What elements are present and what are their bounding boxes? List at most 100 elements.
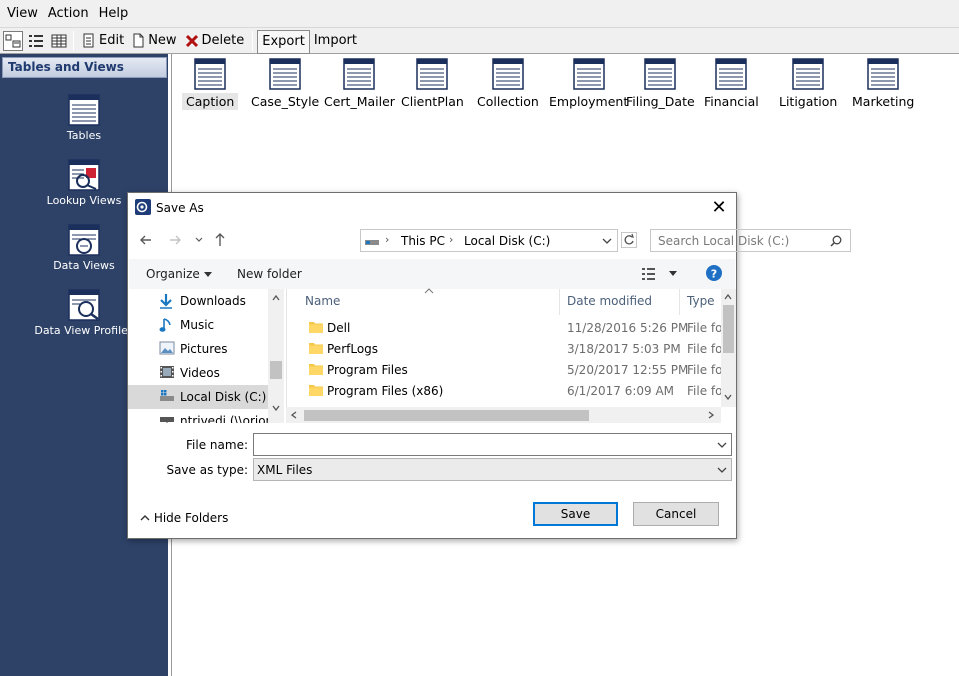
dialog-command-bar: Organize New folder ? bbox=[129, 259, 735, 289]
nav-item-pictures[interactable]: Pictures bbox=[128, 337, 268, 361]
table-item-cert-mailer[interactable]: Cert_Mailer bbox=[324, 58, 395, 109]
toolbar: Edit New Delete Export Import bbox=[0, 27, 959, 54]
view-options-icon[interactable] bbox=[642, 268, 658, 280]
table-item-caption[interactable]: Caption bbox=[182, 58, 239, 110]
organize-button[interactable]: Organize bbox=[146, 267, 212, 281]
folder-icon bbox=[309, 343, 323, 354]
table-item-filing-date[interactable]: Filing_Date bbox=[626, 58, 695, 109]
file-name: Program Files (x86) bbox=[327, 384, 444, 398]
table-label: ClientPlan bbox=[401, 94, 464, 109]
hide-folders-toggle[interactable]: Hide Folders bbox=[140, 511, 228, 525]
save-button[interactable]: Save bbox=[533, 502, 618, 526]
file-name: Dell bbox=[327, 321, 351, 335]
export-button[interactable]: Export bbox=[257, 29, 310, 54]
file-list-horizontal-scrollbar[interactable] bbox=[286, 407, 721, 423]
menu-view[interactable]: View bbox=[2, 0, 43, 27]
nav-item-videos[interactable]: Videos bbox=[128, 361, 268, 385]
this-pc-icon bbox=[365, 240, 379, 245]
back-icon[interactable] bbox=[139, 233, 153, 247]
scroll-thumb[interactable] bbox=[304, 410, 589, 421]
table-item-employment[interactable]: Employment bbox=[549, 58, 628, 109]
table-item-case-style[interactable]: Case_Style bbox=[251, 58, 319, 109]
large-icons-view-icon[interactable] bbox=[3, 30, 23, 51]
menu-action[interactable]: Action bbox=[43, 0, 94, 27]
chevron-up-icon bbox=[140, 515, 150, 521]
search-placeholder: Search Local Disk (C:) bbox=[658, 234, 790, 248]
table-label: Case_Style bbox=[251, 94, 320, 109]
forward-icon[interactable] bbox=[168, 233, 182, 247]
table-item-marketing[interactable]: Marketing bbox=[852, 58, 914, 109]
sidebar-header: Tables and Views bbox=[2, 57, 167, 78]
details-view-icon[interactable] bbox=[49, 31, 69, 51]
list-view-icon[interactable] bbox=[26, 31, 46, 51]
nav-item-network-drive[interactable]: ntrivedi (\\orion bbox=[128, 409, 273, 423]
file-type: File folder bbox=[687, 384, 723, 398]
new-folder-button[interactable]: New folder bbox=[237, 267, 302, 281]
edit-button[interactable]: Edit bbox=[78, 30, 128, 52]
delete-icon bbox=[185, 34, 198, 47]
chevron-down-icon[interactable] bbox=[669, 271, 677, 277]
scroll-thumb[interactable] bbox=[723, 305, 734, 353]
app-logo-icon bbox=[135, 199, 151, 215]
svg-text:?: ? bbox=[711, 268, 717, 281]
column-header-name[interactable]: Name bbox=[305, 293, 340, 317]
sidebar-item-tables[interactable]: Tables bbox=[0, 94, 168, 142]
save-as-type-value: XML Files bbox=[257, 463, 313, 477]
table-item-financial[interactable]: Financial bbox=[704, 58, 759, 109]
column-header-date[interactable]: Date modified bbox=[567, 293, 652, 317]
table-item-collection[interactable]: Collection bbox=[477, 58, 539, 109]
address-bar[interactable]: › This PC › Local Disk (C:) bbox=[360, 229, 618, 252]
file-date: 3/18/2017 5:03 PM bbox=[567, 342, 681, 356]
search-input[interactable]: Search Local Disk (C:) bbox=[650, 229, 851, 252]
table-item-litigation[interactable]: Litigation bbox=[779, 58, 837, 109]
column-separator bbox=[679, 289, 680, 315]
save-as-type-label: Save as type: bbox=[166, 463, 248, 477]
table-item-clientplan[interactable]: ClientPlan bbox=[401, 58, 464, 109]
file-row[interactable]: Program Files (x86) 6/1/2017 6:09 AM Fil… bbox=[287, 380, 723, 401]
nav-item-downloads[interactable]: Downloads bbox=[128, 289, 268, 313]
nav-item-local-disk[interactable]: Local Disk (C:) bbox=[128, 385, 268, 409]
table-label: Marketing bbox=[852, 94, 915, 109]
recent-locations-icon[interactable] bbox=[194, 235, 204, 245]
breadcrumb-this-pc[interactable]: This PC bbox=[401, 234, 445, 248]
up-folder-icon[interactable] bbox=[213, 232, 227, 248]
new-button[interactable]: New bbox=[128, 30, 180, 52]
search-icon bbox=[830, 235, 842, 247]
local-disk-icon bbox=[160, 390, 174, 401]
scroll-up-icon bbox=[724, 294, 732, 300]
help-icon[interactable]: ? bbox=[706, 265, 722, 281]
folder-icon bbox=[309, 322, 323, 333]
table-label: Caption bbox=[182, 93, 239, 110]
import-button[interactable]: Import bbox=[310, 33, 361, 48]
file-row[interactable]: PerfLogs 3/18/2017 5:03 PM File folder bbox=[287, 338, 723, 359]
navigation-pane: Downloads Music Pictures Videos Local Di… bbox=[128, 289, 285, 423]
file-row[interactable]: Program Files 5/20/2017 12:55 PM File fo… bbox=[287, 359, 723, 380]
cancel-button[interactable]: Cancel bbox=[633, 502, 719, 526]
toolbar-separator bbox=[73, 30, 74, 51]
scroll-down-icon bbox=[724, 394, 732, 400]
menu-help[interactable]: Help bbox=[94, 0, 134, 27]
delete-button[interactable]: Delete bbox=[181, 30, 249, 52]
column-header-type[interactable]: Type bbox=[687, 293, 715, 317]
close-icon[interactable]: ✕ bbox=[708, 197, 730, 219]
data-view-icon bbox=[68, 224, 100, 256]
save-as-type-select[interactable]: XML Files bbox=[253, 458, 732, 481]
new-document-icon bbox=[133, 33, 144, 48]
file-row[interactable]: Dell 11/28/2016 5:26 PM File folder bbox=[287, 317, 723, 338]
refresh-icon[interactable] bbox=[621, 232, 637, 248]
breadcrumb-local-disk[interactable]: Local Disk (C:) bbox=[464, 234, 550, 248]
table-icon bbox=[715, 58, 748, 90]
scroll-thumb[interactable] bbox=[270, 361, 282, 379]
chevron-down-icon[interactable] bbox=[602, 237, 612, 245]
navigation-scrollbar[interactable] bbox=[268, 289, 284, 423]
table-icon bbox=[416, 58, 449, 90]
sidebar-item-label: Data Views bbox=[53, 259, 115, 272]
sidebar-item-label: Lookup Views bbox=[46, 194, 122, 207]
downloads-icon bbox=[160, 294, 172, 309]
file-list-vertical-scrollbar[interactable] bbox=[721, 289, 736, 407]
nav-item-music[interactable]: Music bbox=[128, 313, 268, 337]
file-name-input[interactable] bbox=[253, 433, 732, 456]
table-label: Filing_Date bbox=[626, 94, 695, 109]
breadcrumb-separator-icon: › bbox=[385, 233, 390, 246]
chevron-down-icon bbox=[717, 467, 727, 473]
